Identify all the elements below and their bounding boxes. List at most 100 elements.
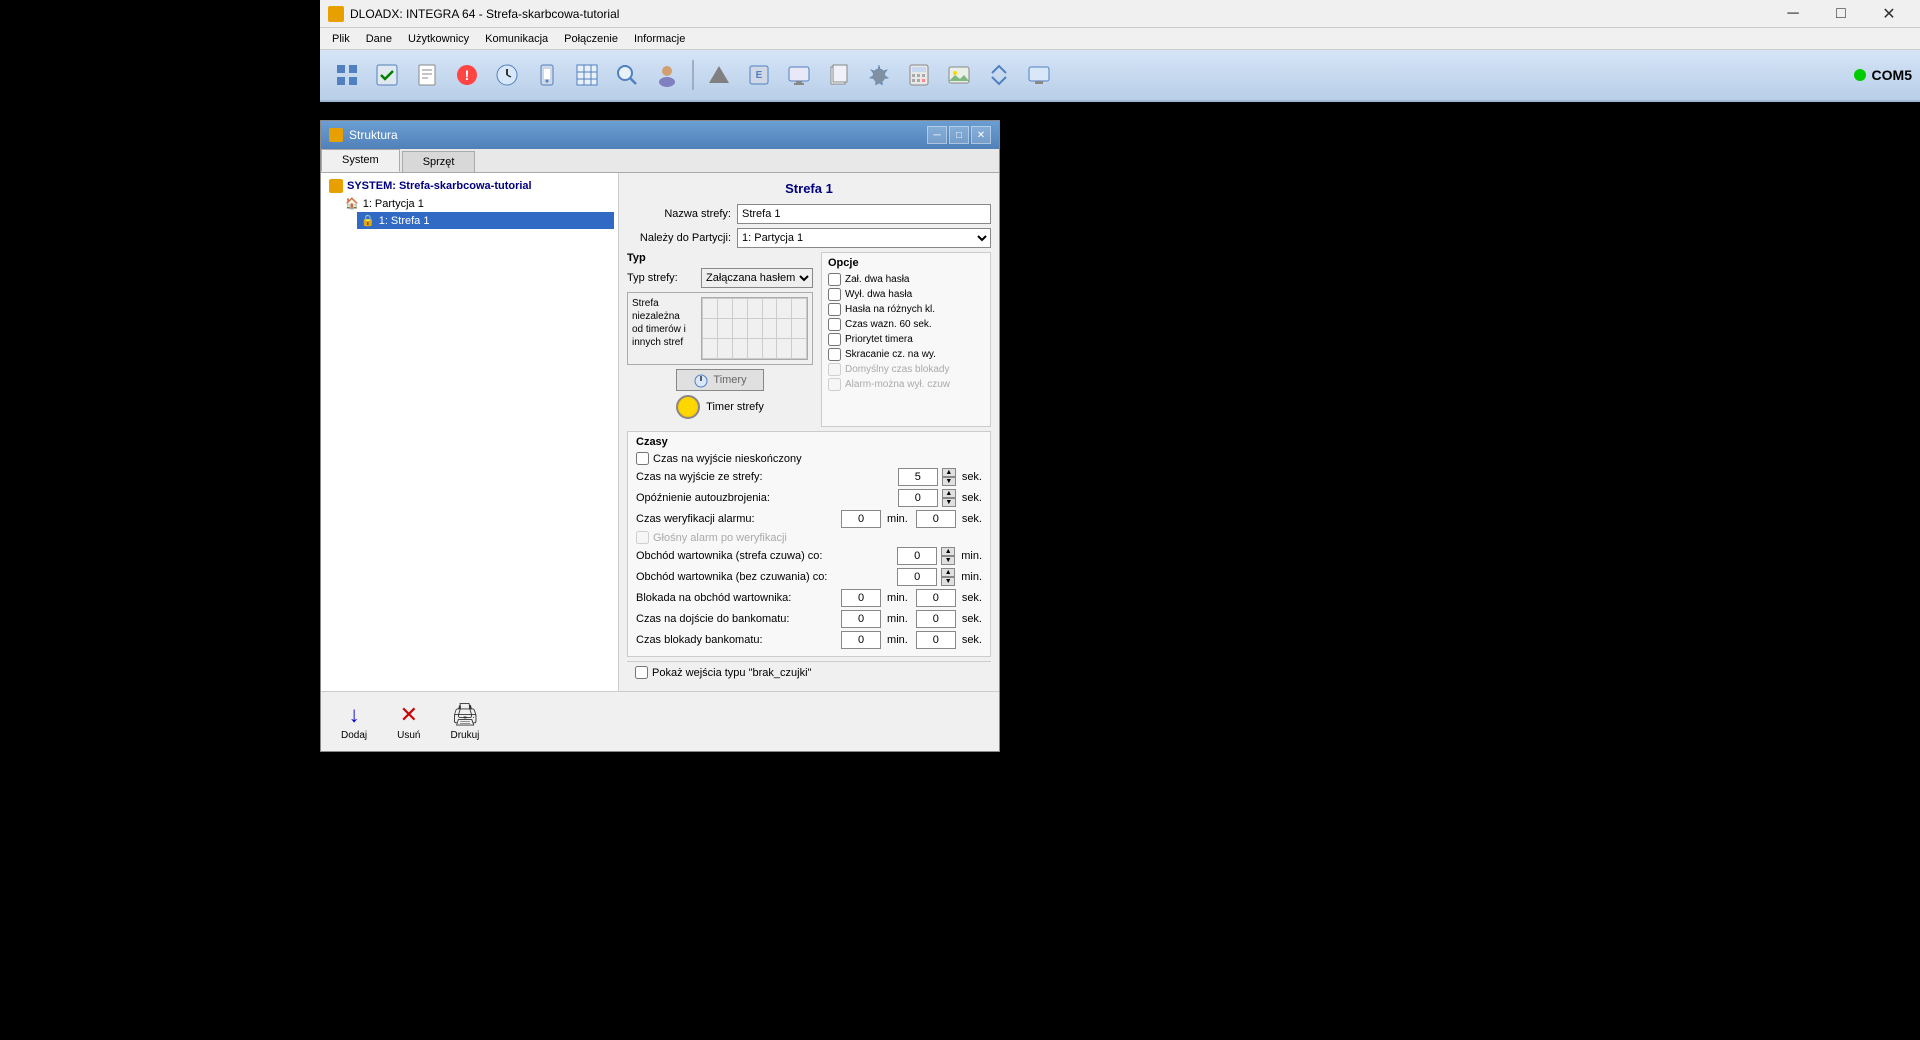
grid-cell[interactable] [747,319,762,339]
czasy-input-3a[interactable] [841,510,881,528]
timer-strefy-area[interactable]: Timer strefy [627,395,813,419]
check-toolbar-btn[interactable] [368,56,406,94]
export-toolbar-btn[interactable]: E [740,56,778,94]
czasy-input-9b[interactable] [916,631,956,649]
grid-cell[interactable] [777,299,792,319]
opcje-check-2[interactable] [828,303,841,316]
grid-cell[interactable] [732,299,747,319]
czasy-input-1[interactable] [898,468,938,486]
screen-toolbar-btn[interactable] [1020,56,1058,94]
czasy-input-8b[interactable] [916,610,956,628]
opcje-check-6[interactable] [828,363,841,376]
grid-cell[interactable] [777,319,792,339]
minimize-button[interactable]: ─ [1770,0,1816,28]
czasy-input-5[interactable] [897,547,937,565]
spin-up-6[interactable]: ▲ [941,568,955,577]
grid-cell[interactable] [762,339,777,359]
opcje-item-4: Priorytet timera [828,333,984,346]
grid-cell[interactable] [718,339,733,359]
grid2-toolbar-btn[interactable] [568,56,606,94]
triangle-toolbar-btn[interactable] [700,56,738,94]
czasy-input-7b[interactable] [916,589,956,607]
czasy-input-9a[interactable] [841,631,881,649]
usun-action[interactable]: ✕ Usuń [397,702,420,741]
grid-cell[interactable] [762,299,777,319]
calc-toolbar-btn[interactable] [900,56,938,94]
warning-toolbar-btn[interactable]: ! [448,56,486,94]
image-toolbar-btn[interactable] [940,56,978,94]
page-toolbar-btn[interactable] [408,56,446,94]
spin-down-6[interactable]: ▼ [941,577,955,586]
pages-toolbar-btn[interactable] [820,56,858,94]
opcje-check-7[interactable] [828,378,841,391]
spin-down-5[interactable]: ▼ [941,556,955,565]
grid-toolbar-btn[interactable] [328,56,366,94]
phone-toolbar-btn[interactable] [528,56,566,94]
czasy-input-2[interactable] [898,489,938,507]
grid-cell[interactable] [762,319,777,339]
menu-uzytkownicy[interactable]: Użytkownicy [400,31,477,47]
menu-plik[interactable]: Plik [324,31,358,47]
maximize-button[interactable]: □ [1818,0,1864,28]
opcje-check-5[interactable] [828,348,841,361]
typ-strefy-select[interactable]: Załączana hasłem [701,268,813,288]
menu-komunikacja[interactable]: Komunikacja [477,31,556,47]
zone-icon: 🔒 [361,214,375,227]
grid-cell[interactable] [703,299,718,319]
czasy-input-6[interactable] [897,568,937,586]
opcje-check-3[interactable] [828,318,841,331]
grid-cell[interactable] [732,319,747,339]
czasy-check-0[interactable] [636,452,649,465]
win-close-btn[interactable]: ✕ [971,126,991,144]
monitor-toolbar-btn[interactable] [780,56,818,94]
opcje-check-4[interactable] [828,333,841,346]
drukuj-action[interactable]: 🖨 Drukuj [451,702,480,741]
grid-cell[interactable] [718,319,733,339]
opcje-check-0[interactable] [828,273,841,286]
win-minimize-btn[interactable]: ─ [927,126,947,144]
dodaj-action[interactable]: ↓ Dodaj [341,702,367,741]
czasy-input-3b[interactable] [916,510,956,528]
tree-partition-1[interactable]: 🏠 1: Partycja 1 [341,195,614,212]
nazwa-input[interactable] [737,204,991,224]
arrows-toolbar-btn[interactable] [980,56,1018,94]
settings-toolbar-btn[interactable] [860,56,898,94]
close-button[interactable]: ✕ [1866,0,1912,28]
czasy-check-4[interactable] [636,531,649,544]
tree-zone-1[interactable]: 🔒 1: Strefa 1 [357,212,614,229]
menu-informacje[interactable]: Informacje [626,31,693,47]
grid-cell[interactable] [732,339,747,359]
tree-system-root[interactable]: SYSTEM: Strefa-skarbcowa-tutorial [325,177,614,195]
bottom-check-input[interactable] [635,666,648,679]
czasy-unit-3b: sek. [962,513,982,525]
grid-cell[interactable] [777,339,792,359]
win-maximize-btn[interactable]: □ [949,126,969,144]
czasy-spinner-5: ▲ ▼ [941,547,955,565]
grid-cell[interactable] [747,339,762,359]
tab-system[interactable]: System [321,149,400,172]
tab-sprzet[interactable]: Sprzęt [402,151,476,172]
partition-label: 1: Partycja 1 [363,198,424,210]
spin-up-1[interactable]: ▲ [942,468,956,477]
grid-cell[interactable] [747,299,762,319]
menu-dane[interactable]: Dane [358,31,400,47]
spin-down-2[interactable]: ▼ [942,498,956,507]
opcje-check-1[interactable] [828,288,841,301]
czasy-input-7a[interactable] [841,589,881,607]
grid-cell[interactable] [792,319,807,339]
person-toolbar-btn[interactable] [648,56,686,94]
spin-up-5[interactable]: ▲ [941,547,955,556]
grid-cell[interactable] [792,299,807,319]
timers-button[interactable]: Timery [676,369,763,391]
zoom-toolbar-btn[interactable] [608,56,646,94]
spin-down-1[interactable]: ▼ [942,477,956,486]
nalezy-select[interactable]: 1: Partycja 1 [737,228,991,248]
clock-toolbar-btn[interactable] [488,56,526,94]
grid-cell[interactable] [703,339,718,359]
grid-cell[interactable] [703,319,718,339]
grid-cell[interactable] [792,339,807,359]
czasy-input-8a[interactable] [841,610,881,628]
spin-up-2[interactable]: ▲ [942,489,956,498]
grid-cell[interactable] [718,299,733,319]
menu-polaczenie[interactable]: Połączenie [556,31,626,47]
